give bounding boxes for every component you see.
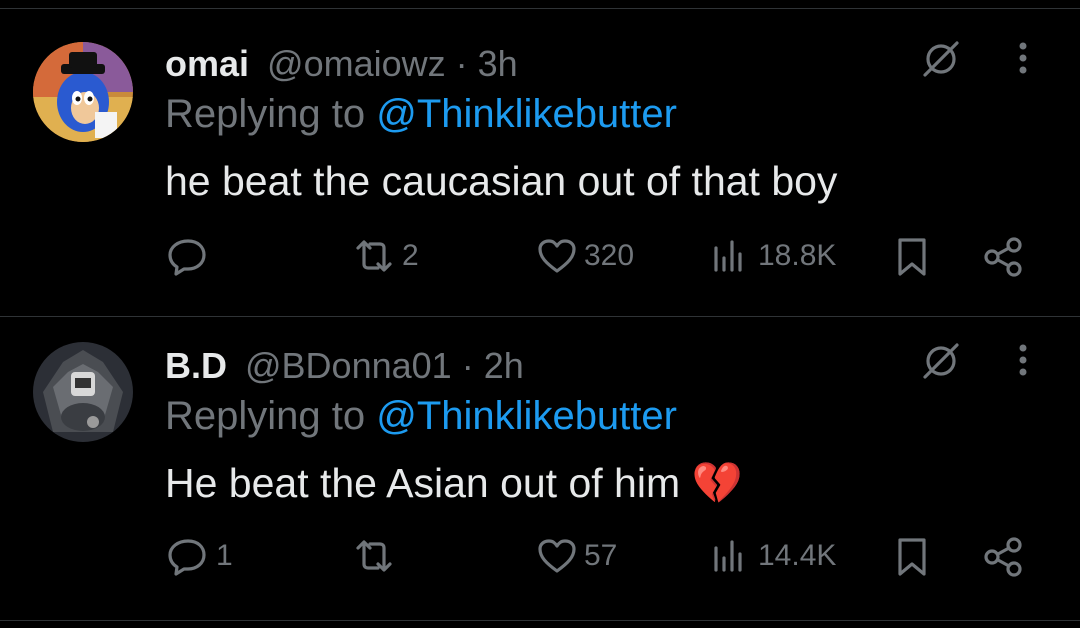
tweet-divider — [0, 316, 1080, 317]
like-count: 57 — [584, 539, 618, 572]
replying-label: Replying to — [165, 394, 366, 438]
like-button[interactable]: 57 — [536, 536, 617, 576]
display-name[interactable]: B.D — [165, 345, 227, 387]
bookmark-button[interactable] — [892, 536, 932, 578]
retweet-icon — [356, 540, 392, 572]
separator-dot: · — [445, 43, 478, 84]
display-name[interactable]: omai — [165, 43, 249, 85]
like-count: 320 — [584, 239, 635, 272]
bottom-divider — [0, 620, 1080, 621]
retweet-button[interactable]: 2 — [352, 236, 419, 276]
bookmark-icon — [898, 538, 926, 576]
views-button[interactable]: 18.8K — [708, 236, 836, 276]
tweet-text: he beat the caucasian out of that boy — [165, 158, 837, 205]
replying-label: Replying to — [165, 92, 366, 136]
heart-icon — [538, 539, 576, 573]
views-icon — [714, 240, 742, 272]
more-icon[interactable] — [1012, 36, 1034, 87]
grok-icon[interactable] — [918, 338, 964, 389]
views-button[interactable]: 14.4K — [708, 536, 836, 576]
timestamp[interactable]: 2h — [484, 345, 524, 387]
share-icon — [984, 237, 1022, 277]
tweet-actions: 2 320 18.8K — [0, 236, 1080, 296]
more-icon[interactable] — [1012, 338, 1034, 389]
retweet-icon — [356, 240, 392, 272]
reply-icon — [168, 239, 206, 276]
broken-heart-emoji: 💔 — [691, 460, 743, 506]
share-icon — [984, 537, 1022, 577]
top-divider — [0, 8, 1080, 9]
handle[interactable]: @BDonna01 — [245, 345, 452, 387]
tweet-header: B.D @BDonna01 · 2h — [165, 342, 524, 390]
avatar[interactable] — [33, 42, 133, 142]
tweet-actions: 1 57 14.4K — [0, 536, 1080, 596]
share-button[interactable] — [982, 236, 1026, 278]
reply-icon — [168, 539, 206, 576]
separator-dot: · — [451, 345, 484, 386]
timestamp[interactable]: 3h — [478, 43, 518, 85]
reply-button[interactable] — [166, 236, 216, 276]
mention-link[interactable]: @Thinklikebutter — [376, 92, 677, 136]
tweet-header: omai @omaiowz · 3h — [165, 40, 518, 88]
heart-icon — [538, 239, 576, 273]
retweet-button[interactable] — [352, 536, 402, 576]
bookmark-button[interactable] — [892, 236, 932, 278]
reply-button[interactable]: 1 — [166, 536, 233, 576]
share-button[interactable] — [982, 536, 1026, 578]
mention-link[interactable]: @Thinklikebutter — [376, 394, 677, 438]
view-count: 14.4K — [758, 539, 837, 572]
replying-to: Replying to @Thinklikebutter — [165, 394, 677, 439]
like-button[interactable]: 320 — [536, 236, 634, 276]
grok-icon[interactable] — [918, 36, 964, 87]
tweet-text-content: he beat the caucasian out of that boy — [165, 158, 838, 204]
view-count: 18.8K — [758, 239, 837, 272]
bookmark-icon — [898, 238, 926, 276]
tweet-text: He beat the Asian out of him 💔 — [165, 460, 743, 508]
replying-to: Replying to @Thinklikebutter — [165, 92, 677, 137]
avatar[interactable] — [33, 342, 133, 442]
handle[interactable]: @omaiowz — [267, 43, 446, 85]
retweet-count: 2 — [402, 239, 419, 272]
tweet-text-content: He beat the Asian out of him — [165, 460, 681, 506]
views-icon — [714, 540, 742, 572]
reply-count: 1 — [216, 539, 233, 572]
